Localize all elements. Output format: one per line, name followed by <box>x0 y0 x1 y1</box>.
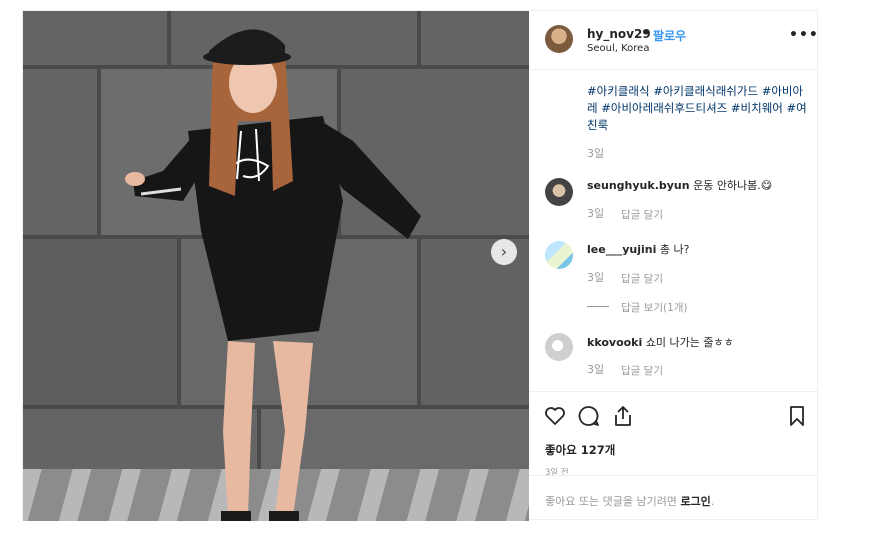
commenter-avatar[interactable] <box>545 241 573 269</box>
post-header: hy_nov29 • 팔로우 Seoul, Korea ••• <box>529 11 819 70</box>
reply-button[interactable]: 답글 달기 <box>621 207 663 222</box>
login-prompt-text: 좋아요 또는 댓글을 남기려면 로그인. <box>545 493 714 509</box>
comment-icon[interactable] <box>577 404 601 428</box>
caption-time: 3일 <box>587 147 605 160</box>
login-prompt: 좋아요 또는 댓글을 남기려면 로그인. <box>529 475 819 522</box>
bookmark-icon[interactable] <box>785 404 809 428</box>
commenter-avatar[interactable] <box>545 178 573 206</box>
commenter-avatar[interactable] <box>545 333 573 361</box>
comment-text: 총 나? <box>659 243 690 256</box>
post-actions: 좋아요 127개 3일 전 <box>529 391 819 488</box>
reply-button[interactable]: 답글 달기 <box>621 271 663 286</box>
follow-button[interactable]: 팔로우 <box>653 27 686 44</box>
post-location[interactable]: Seoul, Korea <box>587 43 649 54</box>
login-prompt-label: 좋아요 또는 댓글을 남기려면 <box>545 495 681 508</box>
view-replies-divider <box>587 306 609 307</box>
post-caption[interactable]: #아키클래식 #아키클래식래쉬가드 #아비아레 #아비아레래쉬후드티셔즈 #비치… <box>587 83 809 134</box>
login-prompt-end: . <box>710 495 715 508</box>
chevron-right-icon: › <box>500 242 508 261</box>
comment: lee___yujini 총 나? <box>587 241 689 257</box>
post-dialog: › hy_nov29 • 팔로우 Seoul, Korea ••• #아키클래식… <box>22 10 819 521</box>
share-icon[interactable] <box>611 404 635 428</box>
comment-time: 3일 <box>587 271 605 284</box>
person-figure <box>125 29 421 521</box>
author-avatar[interactable] <box>545 25 573 53</box>
likes-count[interactable]: 좋아요 127개 <box>545 442 615 458</box>
separator-dot: • <box>643 26 651 40</box>
comment-text: 쇼미 나가는 줄ㅎㅎ <box>645 336 734 349</box>
heart-icon[interactable] <box>543 404 567 428</box>
comment-username[interactable]: lee___yujini <box>587 243 656 256</box>
author-username[interactable]: hy_nov29 <box>587 27 651 41</box>
comment: kkovooki 쇼미 나가는 줄ㅎㅎ <box>587 334 734 350</box>
login-link[interactable]: 로그인 <box>680 495 710 508</box>
comment-username[interactable]: kkovooki <box>587 336 642 349</box>
reply-button[interactable]: 답글 달기 <box>621 363 663 378</box>
post-side-panel: hy_nov29 • 팔로우 Seoul, Korea ••• #아키클래식 #… <box>529 11 819 521</box>
comment-text: 운동 안하나봄.😋 <box>693 179 773 192</box>
comment: seunghyuk.byun 운동 안하나봄.😋 <box>587 177 772 193</box>
comment-time: 3일 <box>587 207 605 220</box>
more-icon[interactable]: ••• <box>789 27 819 43</box>
view-replies-button[interactable]: 답글 보기(1개) <box>621 300 688 315</box>
comment-time: 3일 <box>587 363 605 376</box>
post-photo[interactable]: › <box>23 11 529 521</box>
comment-username[interactable]: seunghyuk.byun <box>587 179 690 192</box>
next-photo-button[interactable]: › <box>491 239 517 265</box>
